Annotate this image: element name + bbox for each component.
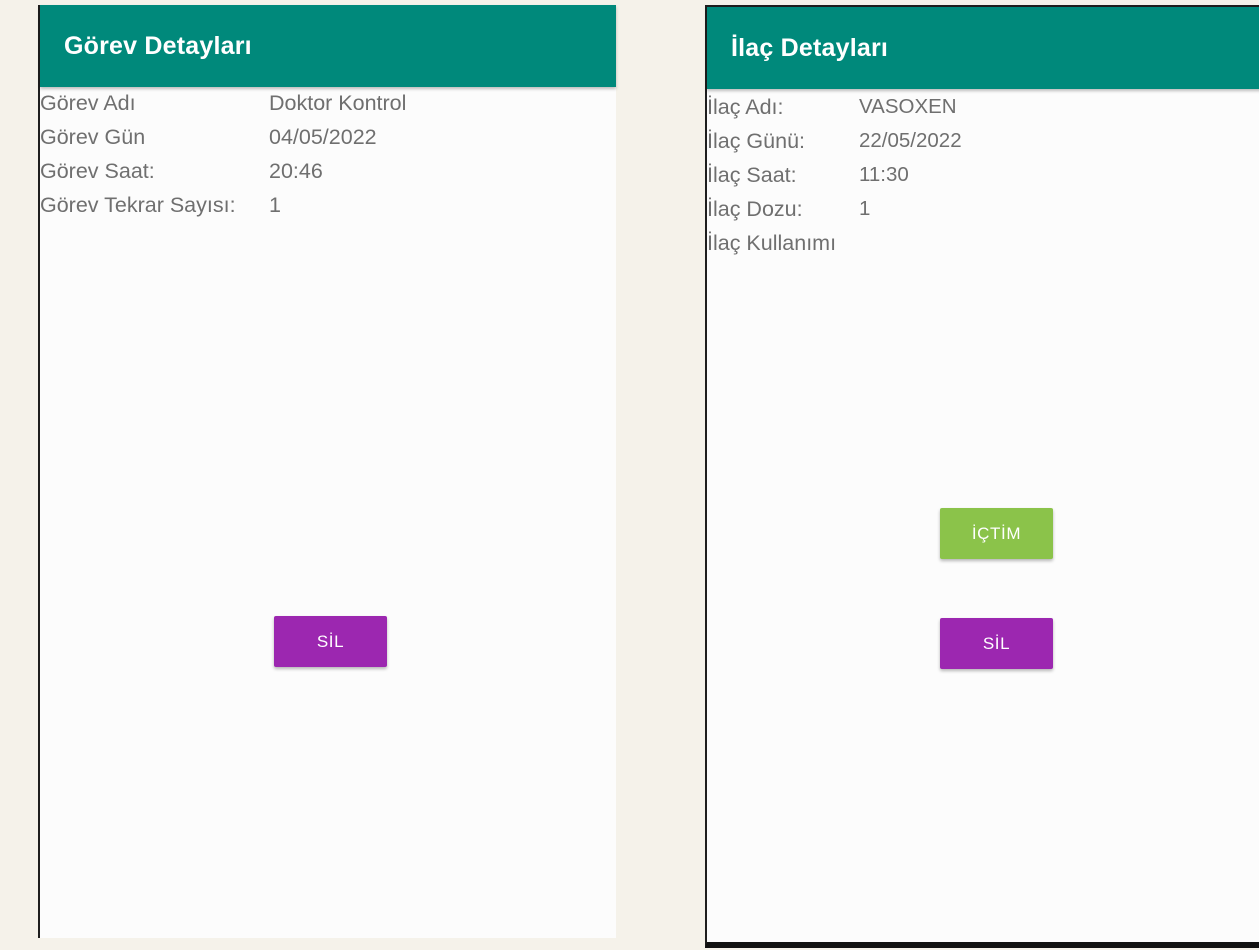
medicine-day-label: İlaç Günü: [707, 129, 805, 153]
medicine-taken-button[interactable]: İÇTİM [940, 508, 1053, 559]
medicine-time-label: İlaç Saat: [707, 163, 797, 187]
task-delete-button[interactable]: SİL [274, 616, 387, 667]
medicine-dose-value: 1 [859, 197, 871, 220]
task-details-screen: Görev Detayları Görev Adı Doktor Kontrol… [38, 5, 616, 938]
medicine-details-screen: İlaç Detayları İlaç Adı: VASOXEN İlaç Gü… [705, 5, 1259, 948]
task-time-value: 20:46 [269, 159, 323, 183]
medicine-time-value: 11:30 [859, 163, 909, 186]
medicine-details-title: İlaç Detayları [731, 34, 889, 62]
task-name-value: Doktor Kontrol [269, 91, 407, 115]
task-name-label: Görev Adı [40, 91, 136, 115]
medicine-usage-label: İlaç Kullanımı [707, 231, 837, 255]
task-day-value: 04/05/2022 [269, 125, 377, 149]
task-day-label: Görev Gün [40, 125, 146, 149]
medicine-name-label: İlaç Adı: [707, 95, 784, 119]
medicine-day-value: 22/05/2022 [859, 129, 962, 152]
task-details-app-bar: Görev Detayları [40, 5, 616, 87]
medicine-dose-label: İlaç Dozu: [707, 197, 803, 221]
task-details-title: Görev Detayları [64, 32, 252, 60]
medicine-delete-button[interactable]: SİL [940, 618, 1053, 669]
medicine-name-value: VASOXEN [859, 95, 957, 118]
task-repeat-value: 1 [269, 193, 281, 217]
task-repeat-label: Görev Tekrar Sayısı: [40, 193, 236, 217]
medicine-details-app-bar: İlaç Detayları [707, 7, 1259, 89]
task-time-label: Görev Saat: [40, 159, 155, 183]
